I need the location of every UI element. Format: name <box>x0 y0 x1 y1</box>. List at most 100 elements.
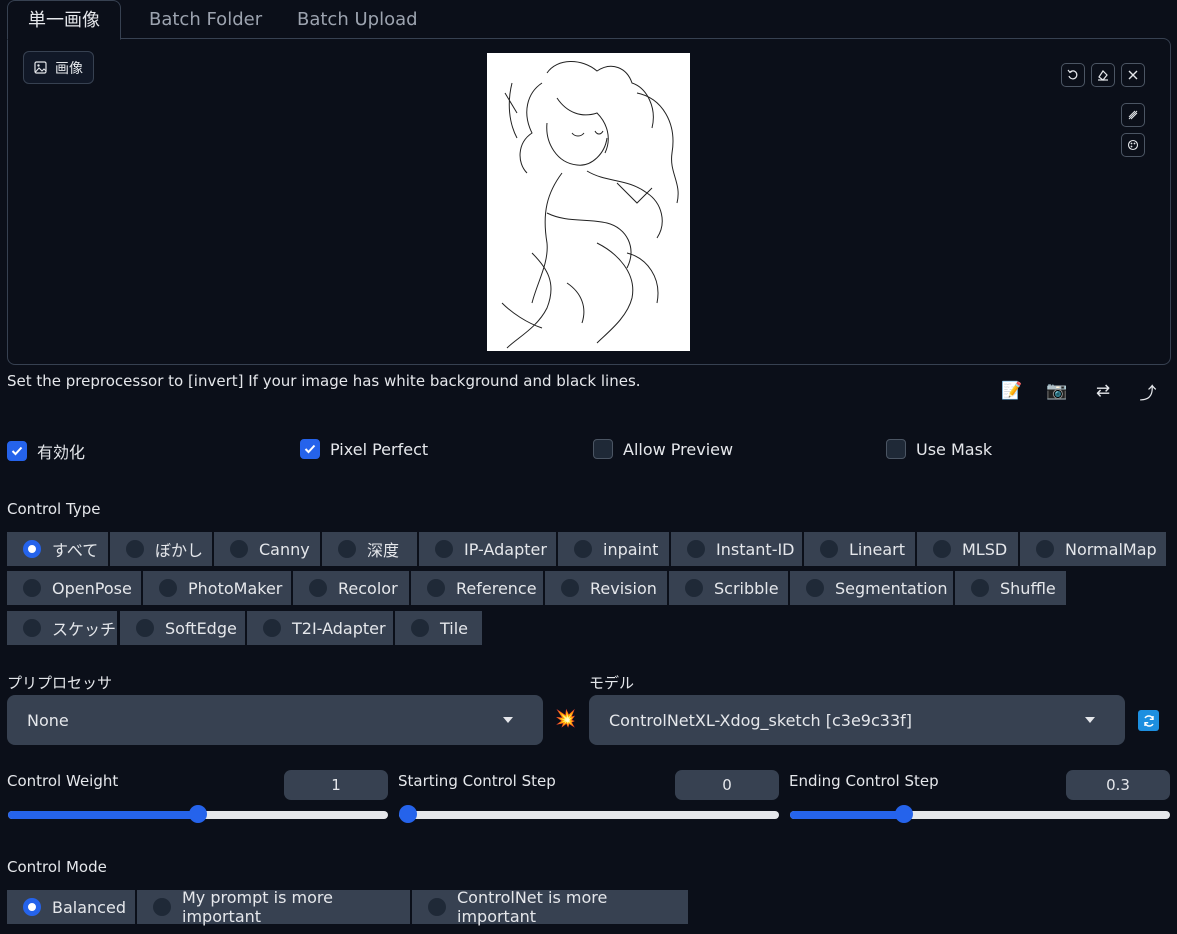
control-type-option[interactable]: Canny <box>214 532 320 566</box>
enable-checkbox[interactable]: 有効化 <box>7 439 85 463</box>
slider-thumb[interactable] <box>189 805 207 823</box>
control-type-option[interactable]: PhotoMaker <box>143 571 291 605</box>
control-type-option[interactable]: Revision <box>545 571 667 605</box>
radio-dot[interactable] <box>23 619 41 637</box>
brush-icon[interactable] <box>1121 103 1145 127</box>
ending-step-slider[interactable] <box>790 805 1170 823</box>
checkbox-box[interactable] <box>593 439 613 459</box>
starting-step-input[interactable]: 0 <box>675 770 779 800</box>
radio-dot[interactable] <box>1036 540 1054 558</box>
palette-icon[interactable] <box>1121 133 1145 157</box>
swap-icon[interactable]: ⇄ <box>1091 380 1115 402</box>
preprocessor-hint: Set the preprocessor to [invert] If your… <box>7 372 641 390</box>
chevron-down-icon <box>1085 717 1095 723</box>
control-weight-input[interactable]: 1 <box>284 770 388 800</box>
ending-step-label: Ending Control Step <box>789 772 939 790</box>
radio-dot[interactable] <box>428 898 446 916</box>
radio-dot[interactable] <box>933 540 951 558</box>
control-type-option[interactable]: Instant-ID <box>671 532 802 566</box>
allow-preview-checkbox[interactable]: Allow Preview <box>593 439 733 459</box>
enable-label: 有効化 <box>37 443 86 462</box>
preprocessor-dropdown[interactable]: None <box>7 695 543 745</box>
send-dimensions-icon[interactable]: ⤴ <box>1136 380 1160 404</box>
control-type-option[interactable]: Tile <box>395 611 482 645</box>
control-type-option[interactable]: Lineart <box>804 532 915 566</box>
radio-dot[interactable] <box>427 579 445 597</box>
option-label: T2I-Adapter <box>292 618 386 638</box>
option-label: IP-Adapter <box>464 539 547 559</box>
control-type-option[interactable]: Shuffle <box>955 571 1066 605</box>
radio-dot[interactable] <box>435 540 453 558</box>
radio-dot[interactable] <box>338 540 356 558</box>
radio-dot[interactable] <box>23 540 41 558</box>
radio-dot[interactable] <box>685 579 703 597</box>
option-label: Balanced <box>52 897 126 917</box>
pixel-perfect-checkbox[interactable]: Pixel Perfect <box>300 439 428 459</box>
ending-step-input[interactable]: 0.3 <box>1066 770 1170 800</box>
control-type-option[interactable]: NormalMap <box>1020 532 1166 566</box>
preprocessor-label: プリプロセッサ <box>7 674 113 692</box>
control-mode-option[interactable]: Balanced <box>7 890 135 924</box>
slider-thumb[interactable] <box>895 805 913 823</box>
radio-dot[interactable] <box>806 579 824 597</box>
tab-batch-upload[interactable]: Batch Upload <box>277 0 438 38</box>
notepad-icon[interactable]: 📝 <box>1000 380 1024 402</box>
sketch-image-preview <box>487 53 690 351</box>
tab-batch-folder[interactable]: Batch Folder <box>129 0 282 38</box>
starting-step-slider[interactable] <box>399 805 779 823</box>
option-label: Canny <box>259 539 310 559</box>
option-label: SoftEdge <box>165 618 237 638</box>
control-type-option[interactable]: ぼかし <box>110 532 212 566</box>
control-weight-slider[interactable] <box>8 805 388 823</box>
control-type-option[interactable]: Recolor <box>293 571 409 605</box>
radio-dot[interactable] <box>309 579 327 597</box>
control-type-option[interactable]: T2I-Adapter <box>247 611 393 645</box>
use-mask-checkbox[interactable]: Use Mask <box>886 439 992 459</box>
radio-dot[interactable] <box>411 619 429 637</box>
control-type-option[interactable]: Scribble <box>669 571 788 605</box>
radio-dot[interactable] <box>136 619 154 637</box>
radio-dot[interactable] <box>971 579 989 597</box>
radio-dot[interactable] <box>263 619 281 637</box>
slider-thumb[interactable] <box>399 805 417 823</box>
run-preprocessor-icon[interactable]: 💥 <box>555 709 576 729</box>
control-type-option[interactable]: IP-Adapter <box>419 532 556 566</box>
radio-dot[interactable] <box>126 540 144 558</box>
control-mode-option[interactable]: ControlNet is more important <box>412 888 688 926</box>
refresh-icon[interactable] <box>1138 710 1159 731</box>
camera-icon[interactable]: 📷 <box>1045 380 1069 402</box>
checkmark-icon[interactable] <box>7 441 27 461</box>
checkmark-icon[interactable] <box>300 439 320 459</box>
slider-track <box>399 811 779 819</box>
control-type-option[interactable]: SoftEdge <box>120 611 245 645</box>
radio-dot[interactable] <box>23 898 41 916</box>
radio-dot[interactable] <box>574 540 592 558</box>
control-mode-option[interactable]: My prompt is more important <box>137 888 410 926</box>
radio-dot[interactable] <box>820 540 838 558</box>
control-type-option[interactable]: inpaint <box>558 532 669 566</box>
control-type-option[interactable]: Reference <box>411 571 543 605</box>
control-type-option[interactable]: OpenPose <box>7 571 141 605</box>
model-dropdown[interactable]: ControlNetXL-Xdog_sketch [c3e9c33f] <box>589 695 1125 745</box>
control-type-option[interactable]: Segmentation <box>790 571 953 605</box>
radio-dot[interactable] <box>230 540 248 558</box>
radio-dot[interactable] <box>687 540 705 558</box>
control-type-option[interactable]: MLSD <box>917 532 1018 566</box>
tab-single-image[interactable]: 単一画像 <box>7 0 121 40</box>
image-upload-panel[interactable]: 画像 <box>7 38 1171 365</box>
close-icon[interactable] <box>1121 63 1145 87</box>
radio-dot[interactable] <box>153 898 171 916</box>
control-mode-label: Control Mode <box>7 858 107 876</box>
option-label: Segmentation <box>835 578 948 598</box>
checkbox-box[interactable] <box>886 439 906 459</box>
option-label: PhotoMaker <box>188 578 283 598</box>
undo-icon[interactable] <box>1061 63 1085 87</box>
radio-dot[interactable] <box>561 579 579 597</box>
control-type-option[interactable]: スケッチ <box>7 611 117 645</box>
eraser-icon[interactable] <box>1091 63 1115 87</box>
radio-dot[interactable] <box>23 579 41 597</box>
option-label: スケッチ <box>52 620 117 639</box>
radio-dot[interactable] <box>159 579 177 597</box>
control-type-option[interactable]: 深度 <box>322 532 417 566</box>
control-type-option[interactable]: すべて <box>7 532 108 566</box>
